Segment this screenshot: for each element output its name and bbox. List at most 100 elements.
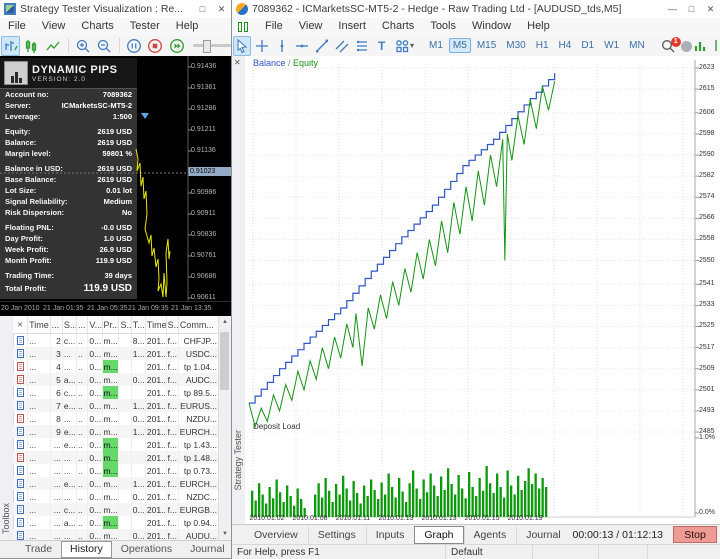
table-row[interactable]: ...6c.....0...m...201...f...tp 89.5... [13, 386, 219, 399]
scroll-down-icon[interactable]: ▼ [219, 528, 231, 540]
visualization-chart[interactable]: DYNAMIC PIPS VERSION: 2.0 Account no:708… [0, 56, 231, 301]
table-row[interactable]: ...3.....0...m...1...201...f...USDC... [13, 347, 219, 360]
tester-tab-settings[interactable]: Settings [308, 526, 366, 544]
table-row[interactable]: ...........0...m...201...f...tp 0.73... [13, 464, 219, 477]
column-header[interactable]: T... [132, 316, 146, 333]
shapes-dropdown-icon[interactable]: ▾ [410, 41, 414, 50]
history-scrollbar[interactable]: ▲ ▼ [218, 316, 231, 540]
speed-slider[interactable] [193, 44, 231, 47]
channel-icon[interactable] [333, 36, 351, 56]
table-row[interactable]: ...4.....0...m...201...f...tp 1.04... [13, 360, 219, 373]
tab-operations[interactable]: Operations [112, 541, 181, 558]
close-tester-icon[interactable]: ✕ [234, 58, 241, 67]
chart-window-icon[interactable] [238, 21, 252, 33]
table-row[interactable]: ...2c.....0...m...8...201...f...CHFJP... [13, 334, 219, 347]
timeframe-m1[interactable]: M1 [425, 38, 447, 53]
tester-tab-inputs[interactable]: Inputs [366, 526, 415, 544]
tester-tab-overview[interactable]: Overview [244, 526, 308, 544]
line-chart-icon[interactable] [43, 36, 62, 56]
stop-button[interactable]: Stop [673, 526, 717, 543]
zoom-in-icon[interactable] [73, 36, 92, 56]
menu-tools[interactable]: Tools [422, 18, 464, 35]
shapes-icon[interactable] [393, 36, 411, 56]
tab-history[interactable]: History [61, 541, 112, 558]
pause-icon[interactable] [125, 36, 144, 56]
tester-tab-graph[interactable]: Graph [414, 526, 463, 544]
table-row[interactable]: ...7e.....0...m...1...201...f...EURUS... [13, 399, 219, 412]
tester-tab-journal[interactable]: Journal [516, 526, 570, 544]
tester-agent-icon[interactable] [691, 36, 709, 56]
horizontal-line-icon[interactable] [293, 36, 311, 56]
column-header[interactable]: S... [63, 316, 77, 333]
timeframe-m30[interactable]: M30 [502, 38, 529, 53]
timeframe-h1[interactable]: H1 [532, 38, 553, 53]
menu-insert[interactable]: Insert [330, 18, 374, 35]
speed-slider-handle[interactable] [203, 40, 211, 53]
menu-charts[interactable]: Charts [374, 18, 422, 35]
column-header[interactable]: S... [119, 316, 131, 333]
timeframe-m5[interactable]: M5 [449, 38, 471, 53]
menu-window[interactable]: Window [464, 18, 519, 35]
column-header[interactable]: ... [51, 316, 63, 333]
trendline-icon[interactable] [313, 36, 331, 56]
table-row[interactable]: ...........0...m...0...201...f...AUDU... [13, 529, 219, 540]
table-row[interactable]: ......c.....0...m...0...201...f...EURGB.… [13, 503, 219, 516]
deal-icon-blue [17, 505, 24, 514]
column-header[interactable]: S... [167, 316, 179, 333]
column-header[interactable]: Time [146, 316, 167, 333]
zoom-out-icon[interactable] [95, 36, 114, 56]
tab-journal[interactable]: Journal [181, 541, 233, 558]
tester-tab-agents[interactable]: Agents [464, 526, 517, 544]
table-row[interactable]: ......e.....0...m...201...f...tp 1.43... [13, 438, 219, 451]
close-toolbox-icon[interactable]: ✕ [13, 316, 28, 333]
vertical-line-icon[interactable] [273, 36, 291, 56]
column-header[interactable]: Comm... [179, 316, 219, 333]
left-toolbar [0, 35, 231, 57]
scroll-up-icon[interactable]: ▲ [219, 316, 231, 328]
column-header[interactable]: V... [88, 316, 102, 333]
text-icon[interactable]: T [373, 36, 391, 56]
fast-forward-icon[interactable] [167, 36, 186, 56]
menu-file[interactable]: File [0, 18, 34, 35]
candles-chart-icon[interactable] [22, 36, 41, 56]
table-row[interactable]: ...9e.....0...m...1...201...f...EURCH... [13, 425, 219, 438]
tester-graph-panel[interactable]: Balance / Equity Deposit Load 2623261526… [245, 56, 720, 524]
timeframe-h4[interactable]: H4 [555, 38, 576, 53]
maximize-icon[interactable]: □ [193, 0, 212, 18]
minimize-icon[interactable]: — [663, 0, 682, 18]
close-icon[interactable]: ✕ [212, 0, 231, 18]
column-header[interactable]: Pr... [103, 316, 120, 333]
cursor-icon[interactable] [233, 36, 251, 56]
menu-view[interactable]: View [34, 18, 74, 35]
tick-chart-icon[interactable] [1, 36, 20, 56]
close-icon[interactable]: ✕ [701, 0, 720, 18]
column-header[interactable]: ... [77, 316, 88, 333]
column-header[interactable]: Time [28, 316, 51, 333]
tab-trade[interactable]: Trade [16, 541, 61, 558]
status-profile[interactable]: Default [446, 545, 533, 559]
timeframe-w1[interactable]: W1 [600, 38, 623, 53]
menu-tester[interactable]: Tester [122, 18, 168, 35]
table-row[interactable]: ...........0...m...0...201...f...NZDC... [13, 490, 219, 503]
menu-help[interactable]: Help [168, 18, 207, 35]
timeframe-m15[interactable]: M15 [473, 38, 500, 53]
table-row[interactable]: ...8.....0...m...0...201...f...NZDU... [13, 412, 219, 425]
cell: m... [103, 490, 120, 503]
status-bar: For Help, press F1Default [232, 544, 720, 559]
stop-icon[interactable] [146, 36, 165, 56]
menu-help[interactable]: Help [519, 18, 558, 35]
timeframe-d1[interactable]: D1 [577, 38, 598, 53]
timeframe-mn[interactable]: MN [625, 38, 649, 53]
scroll-thumb[interactable] [220, 332, 229, 390]
table-row[interactable]: ...........0...m...201...f...tp 1.48... [13, 451, 219, 464]
menu-charts[interactable]: Charts [73, 18, 121, 35]
crosshair-icon[interactable] [253, 36, 271, 56]
maximize-icon[interactable]: □ [682, 0, 701, 18]
table-row[interactable]: ...5a.....0...m...0...201...f...AUDC... [13, 373, 219, 386]
table-row[interactable]: ......e.....0...m...1...201...f...EURCH.… [13, 477, 219, 490]
table-row[interactable]: ......a.....0...m...201...f...tp 0.94... [13, 516, 219, 529]
menu-view[interactable]: View [291, 18, 331, 35]
cell: f... [167, 516, 179, 529]
fibonacci-icon[interactable] [353, 36, 371, 56]
menu-file[interactable]: File [257, 18, 291, 35]
